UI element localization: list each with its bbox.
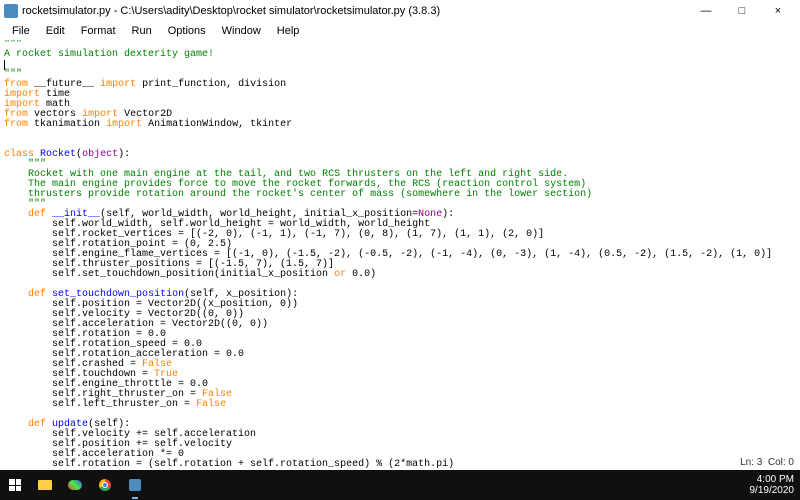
kw-def: def bbox=[28, 209, 46, 220]
class-doc: thrusters provide rotation around the ro… bbox=[28, 189, 592, 200]
code-line: 0.0) bbox=[346, 269, 376, 280]
menu-file[interactable]: File bbox=[4, 23, 38, 39]
taskbar-file-explorer[interactable] bbox=[30, 470, 60, 500]
import-names: print_function, division bbox=[142, 79, 286, 90]
kw-false: False bbox=[196, 399, 226, 410]
menu-format[interactable]: Format bbox=[73, 23, 124, 39]
kw-or: or bbox=[334, 269, 346, 280]
menu-window[interactable]: Window bbox=[214, 23, 269, 39]
start-button[interactable] bbox=[0, 470, 30, 500]
menu-help[interactable]: Help bbox=[269, 23, 308, 39]
menu-options[interactable]: Options bbox=[160, 23, 214, 39]
taskbar[interactable]: 4:00 PM 9/19/2020 bbox=[0, 470, 800, 500]
menu-bar: File Edit Format Run Options Window Help bbox=[0, 22, 800, 40]
folder-icon bbox=[38, 480, 52, 490]
mod-tkanim: tkanimation bbox=[34, 119, 100, 130]
bi-object: object bbox=[82, 149, 118, 160]
code-editor[interactable]: """ A rocket simulation dexterity game! … bbox=[0, 40, 800, 470]
taskbar-paint[interactable] bbox=[60, 470, 90, 500]
import-anim: AnimationWindow, tkinter bbox=[148, 119, 292, 130]
kw-import: import bbox=[106, 119, 142, 130]
windows-icon bbox=[9, 479, 21, 491]
title-bar: rocketsimulator.py - C:\Users\adity\Desk… bbox=[0, 0, 800, 22]
app-icon bbox=[4, 4, 18, 18]
docstring-line: A rocket simulation dexterity game! bbox=[4, 49, 214, 60]
taskbar-clock[interactable]: 4:00 PM 9/19/2020 bbox=[750, 474, 795, 496]
maximize-button[interactable]: □ bbox=[724, 0, 760, 22]
clock-date: 9/19/2020 bbox=[750, 485, 795, 496]
paint-icon bbox=[68, 480, 82, 490]
kw-def: def bbox=[28, 289, 46, 300]
minimize-button[interactable]: — bbox=[688, 0, 724, 22]
chrome-icon bbox=[99, 479, 111, 491]
window-title: rocketsimulator.py - C:\Users\adity\Desk… bbox=[22, 5, 440, 17]
system-tray[interactable]: 4:00 PM 9/19/2020 bbox=[744, 474, 800, 496]
close-button[interactable]: × bbox=[760, 0, 796, 22]
kw-from: from bbox=[4, 119, 28, 130]
code-line: self.left_thruster_on = bbox=[52, 399, 196, 410]
code-line: self.rotation = (self.rotation + self.ro… bbox=[52, 459, 454, 470]
taskbar-idle[interactable] bbox=[120, 470, 150, 500]
menu-edit[interactable]: Edit bbox=[38, 23, 73, 39]
status-line: Ln: 3 bbox=[740, 457, 762, 468]
kw-import: import bbox=[100, 79, 136, 90]
kw-def: def bbox=[28, 419, 46, 430]
code-line: self.set_touchdown_position(initial_x_po… bbox=[52, 269, 334, 280]
status-bar: Ln: 3 Col: 0 bbox=[740, 457, 794, 468]
taskbar-chrome[interactable] bbox=[90, 470, 120, 500]
clock-time: 4:00 PM bbox=[757, 474, 794, 485]
menu-run[interactable]: Run bbox=[124, 23, 160, 39]
status-col: Col: 0 bbox=[768, 457, 794, 468]
python-icon bbox=[129, 479, 141, 491]
